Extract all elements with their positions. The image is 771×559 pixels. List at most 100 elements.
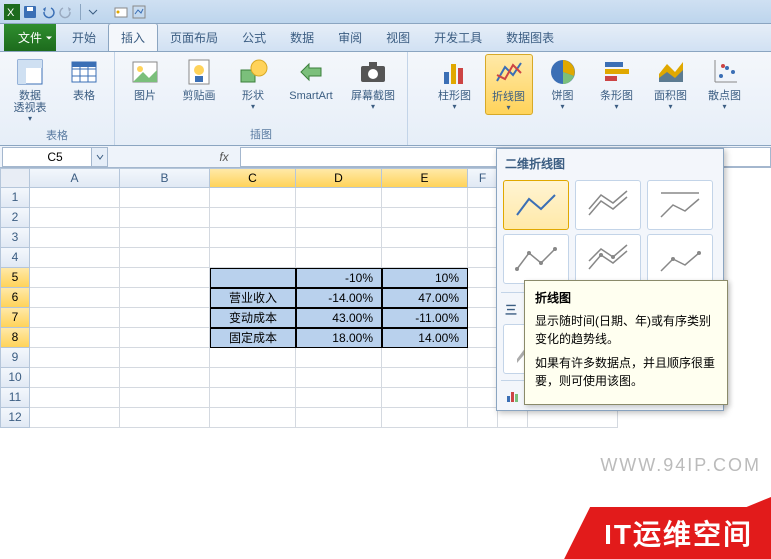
row-header-10[interactable]: 10 (0, 368, 30, 388)
cell-D7[interactable]: 43.00% (296, 308, 382, 328)
row-header-11[interactable]: 11 (0, 388, 30, 408)
table-button[interactable]: 表格 (60, 54, 108, 104)
pivot-table-button[interactable]: 数据 透视表 ▾ (6, 54, 54, 125)
screenshot-button[interactable]: 屏幕截图▾ (345, 54, 401, 113)
qat-more-icon[interactable] (85, 4, 101, 20)
cell-C4[interactable] (210, 248, 296, 268)
col-header-F[interactable]: F (468, 168, 498, 188)
cell-F8[interactable] (468, 328, 498, 348)
cell-B11[interactable] (120, 388, 210, 408)
cell-A3[interactable] (30, 228, 120, 248)
cell-F9[interactable] (468, 348, 498, 368)
col-header-E[interactable]: E (382, 168, 468, 188)
cell-B6[interactable] (120, 288, 210, 308)
save-icon[interactable] (22, 4, 38, 20)
row-header-9[interactable]: 9 (0, 348, 30, 368)
cell-E5[interactable]: 10% (382, 268, 468, 288)
cell-A8[interactable] (30, 328, 120, 348)
pie-chart-button[interactable]: 饼图▾ (539, 54, 587, 113)
cell-B10[interactable] (120, 368, 210, 388)
name-box-dropdown-icon[interactable] (91, 148, 107, 166)
tab-pagelayout[interactable]: 页面布局 (158, 24, 230, 51)
tab-view[interactable]: 视图 (374, 24, 422, 51)
tab-file[interactable]: 文件 (4, 24, 56, 51)
cell-F6[interactable] (468, 288, 498, 308)
cell-D11[interactable] (296, 388, 382, 408)
select-all-corner[interactable] (0, 168, 30, 188)
row-header-3[interactable]: 3 (0, 228, 30, 248)
cell-F3[interactable] (468, 228, 498, 248)
cell-C9[interactable] (210, 348, 296, 368)
cell-D9[interactable] (296, 348, 382, 368)
qat-custom1-icon[interactable] (113, 4, 129, 20)
cell-D4[interactable] (296, 248, 382, 268)
row-header-1[interactable]: 1 (0, 188, 30, 208)
cell-D8[interactable]: 18.00% (296, 328, 382, 348)
undo-icon[interactable] (40, 4, 56, 20)
cell-D1[interactable] (296, 188, 382, 208)
row-header-7[interactable]: 7 (0, 308, 30, 328)
cell-A11[interactable] (30, 388, 120, 408)
cell-D12[interactable] (296, 408, 382, 428)
row-header-12[interactable]: 12 (0, 408, 30, 428)
col-header-A[interactable]: A (30, 168, 120, 188)
cell-B4[interactable] (120, 248, 210, 268)
cell-E8[interactable]: 14.00% (382, 328, 468, 348)
cell-C1[interactable] (210, 188, 296, 208)
cell-D10[interactable] (296, 368, 382, 388)
cell-B1[interactable] (120, 188, 210, 208)
cell-C10[interactable] (210, 368, 296, 388)
cell-E6[interactable]: 47.00% (382, 288, 468, 308)
cell-B3[interactable] (120, 228, 210, 248)
line-chart-100stacked-markers[interactable] (647, 234, 713, 284)
picture-button[interactable]: 图片 (121, 54, 169, 104)
cell-B7[interactable] (120, 308, 210, 328)
cell-D3[interactable] (296, 228, 382, 248)
cell-A6[interactable] (30, 288, 120, 308)
cell-B5[interactable] (120, 268, 210, 288)
col-header-C[interactable]: C (210, 168, 296, 188)
shapes-button[interactable]: 形状▾ (229, 54, 277, 113)
tab-developer[interactable]: 开发工具 (422, 24, 494, 51)
row-header-5[interactable]: 5 (0, 268, 30, 288)
cell-B8[interactable] (120, 328, 210, 348)
cell-G12[interactable] (498, 408, 528, 428)
cell-F1[interactable] (468, 188, 498, 208)
column-chart-button[interactable]: 柱形图▾ (431, 54, 479, 113)
cell-E1[interactable] (382, 188, 468, 208)
cell-B9[interactable] (120, 348, 210, 368)
smartart-button[interactable]: SmartArt (283, 54, 339, 104)
cell-F11[interactable] (468, 388, 498, 408)
cell-A9[interactable] (30, 348, 120, 368)
cell-A10[interactable] (30, 368, 120, 388)
tab-review[interactable]: 审阅 (326, 24, 374, 51)
line-chart-basic[interactable] (503, 180, 569, 230)
cell-F10[interactable] (468, 368, 498, 388)
cell-F2[interactable] (468, 208, 498, 228)
cell-C3[interactable] (210, 228, 296, 248)
cell-E2[interactable] (382, 208, 468, 228)
row-header-6[interactable]: 6 (0, 288, 30, 308)
redo-icon[interactable] (58, 4, 74, 20)
line-chart-stacked[interactable] (575, 180, 641, 230)
bar-chart-button[interactable]: 条形图▾ (593, 54, 641, 113)
cell-C7[interactable]: 变动成本 (210, 308, 296, 328)
tab-formulas[interactable]: 公式 (230, 24, 278, 51)
line-chart-markers[interactable] (503, 234, 569, 284)
cell-E7[interactable]: -11.00% (382, 308, 468, 328)
cell-F4[interactable] (468, 248, 498, 268)
row-header-4[interactable]: 4 (0, 248, 30, 268)
qat-custom2-icon[interactable] (131, 4, 147, 20)
cell-A1[interactable] (30, 188, 120, 208)
cell-D5[interactable]: -10% (296, 268, 382, 288)
clipart-button[interactable]: 剪贴画 (175, 54, 223, 104)
cell-A4[interactable] (30, 248, 120, 268)
fx-button[interactable]: fx (212, 147, 236, 167)
cell-C8[interactable]: 固定成本 (210, 328, 296, 348)
cell-D2[interactable] (296, 208, 382, 228)
cell-D6[interactable]: -14.00% (296, 288, 382, 308)
cell-E3[interactable] (382, 228, 468, 248)
col-header-B[interactable]: B (120, 168, 210, 188)
cell-C5[interactable] (210, 268, 296, 288)
cell-F5[interactable] (468, 268, 498, 288)
